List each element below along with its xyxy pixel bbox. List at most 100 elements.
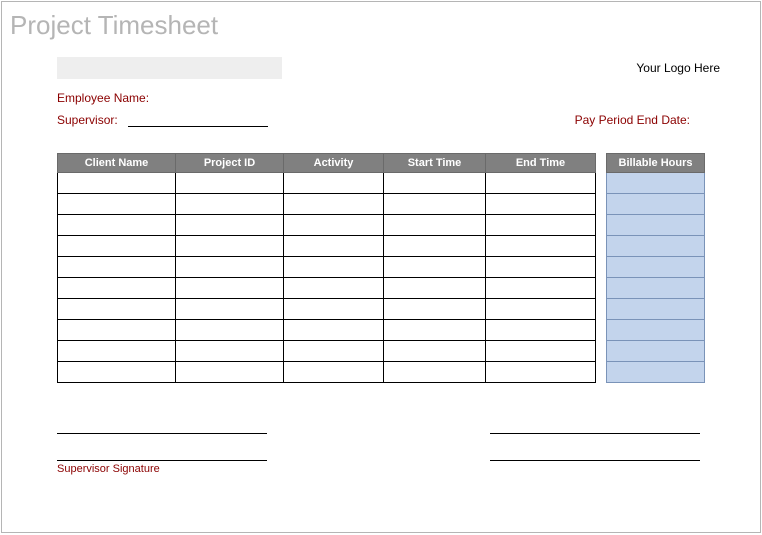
cell[interactable] — [176, 173, 284, 194]
cell[interactable] — [58, 194, 176, 215]
cell[interactable] — [384, 173, 486, 194]
cell[interactable] — [284, 194, 384, 215]
cell[interactable] — [284, 236, 384, 257]
billable-cell[interactable] — [607, 194, 705, 215]
table-row — [58, 215, 596, 236]
table-row — [607, 257, 705, 278]
supervisor-signature-label: Supervisor Signature — [57, 463, 267, 475]
cell[interactable] — [176, 257, 284, 278]
billable-cell[interactable] — [607, 173, 705, 194]
signature-line-right-1[interactable] — [490, 433, 700, 434]
table-row — [607, 236, 705, 257]
employee-name-row: Employee Name: — [57, 91, 720, 105]
cell[interactable] — [284, 362, 384, 383]
cell[interactable] — [58, 362, 176, 383]
billable-cell[interactable] — [607, 236, 705, 257]
cell[interactable] — [284, 299, 384, 320]
signature-line-left-2[interactable] — [57, 460, 267, 461]
table-container: Client Name Project ID Activity Start Ti… — [2, 135, 760, 383]
cell[interactable] — [486, 194, 596, 215]
table-row — [607, 278, 705, 299]
cell[interactable] — [58, 320, 176, 341]
signature-line-right-2[interactable] — [490, 460, 700, 461]
cell[interactable] — [176, 215, 284, 236]
cell[interactable] — [58, 236, 176, 257]
billable-cell[interactable] — [607, 341, 705, 362]
timesheet-billable-table: Billable Hours — [606, 153, 705, 383]
table-row — [58, 194, 596, 215]
billable-cell[interactable] — [607, 215, 705, 236]
column-header-end: End Time — [486, 154, 596, 173]
cell[interactable] — [384, 215, 486, 236]
billable-cell[interactable] — [607, 257, 705, 278]
cell[interactable] — [284, 278, 384, 299]
cell[interactable] — [284, 257, 384, 278]
cell[interactable] — [58, 173, 176, 194]
cell[interactable] — [58, 215, 176, 236]
cell[interactable] — [58, 299, 176, 320]
billable-cell[interactable] — [607, 299, 705, 320]
cell[interactable] — [58, 341, 176, 362]
supervisor-label: Supervisor: — [57, 113, 118, 127]
cell[interactable] — [176, 194, 284, 215]
header-row: Your Logo Here — [2, 57, 760, 79]
column-header-project: Project ID — [176, 154, 284, 173]
cell[interactable] — [284, 173, 384, 194]
employee-name-label: Employee Name: — [57, 91, 149, 105]
table-row — [58, 341, 596, 362]
cell[interactable] — [284, 341, 384, 362]
cell[interactable] — [486, 320, 596, 341]
cell[interactable] — [384, 362, 486, 383]
cell[interactable] — [176, 299, 284, 320]
cell[interactable] — [486, 299, 596, 320]
table-row — [58, 173, 596, 194]
cell[interactable] — [384, 299, 486, 320]
cell[interactable] — [384, 278, 486, 299]
signature-section: Supervisor Signature — [2, 383, 760, 475]
signature-line-left-1[interactable] — [57, 433, 267, 434]
cell[interactable] — [176, 236, 284, 257]
supervisor-row: Supervisor: Pay Period End Date: — [57, 113, 720, 127]
supervisor-input-line[interactable] — [128, 113, 268, 127]
table-row — [607, 299, 705, 320]
cell[interactable] — [58, 278, 176, 299]
cell[interactable] — [176, 362, 284, 383]
cell[interactable] — [176, 320, 284, 341]
cell[interactable] — [486, 362, 596, 383]
logo-placeholder: Your Logo Here — [636, 57, 720, 75]
billable-table-wrap: Billable Hours — [606, 153, 705, 383]
table-row — [607, 194, 705, 215]
table-row — [58, 257, 596, 278]
input-placeholder-box[interactable] — [57, 57, 282, 79]
signature-row-1 — [57, 433, 700, 434]
billable-cell[interactable] — [607, 278, 705, 299]
cell[interactable] — [384, 320, 486, 341]
table-row — [607, 215, 705, 236]
cell[interactable] — [384, 341, 486, 362]
table-row — [607, 341, 705, 362]
cell[interactable] — [384, 257, 486, 278]
table-row — [58, 299, 596, 320]
cell[interactable] — [176, 278, 284, 299]
table-row — [58, 362, 596, 383]
cell[interactable] — [284, 320, 384, 341]
cell[interactable] — [486, 215, 596, 236]
cell[interactable] — [486, 278, 596, 299]
table-row — [607, 320, 705, 341]
page-title: Project Timesheet — [2, 10, 760, 41]
timesheet-document: Project Timesheet Your Logo Here Employe… — [1, 1, 761, 533]
cell[interactable] — [384, 194, 486, 215]
cell[interactable] — [486, 341, 596, 362]
cell[interactable] — [384, 236, 486, 257]
column-header-start: Start Time — [384, 154, 486, 173]
pay-period-label: Pay Period End Date: — [575, 113, 720, 127]
billable-cell[interactable] — [607, 362, 705, 383]
cell[interactable] — [486, 173, 596, 194]
cell[interactable] — [58, 257, 176, 278]
cell[interactable] — [486, 257, 596, 278]
cell[interactable] — [176, 341, 284, 362]
cell[interactable] — [284, 215, 384, 236]
cell[interactable] — [486, 236, 596, 257]
billable-cell[interactable] — [607, 320, 705, 341]
column-header-billable: Billable Hours — [607, 154, 705, 173]
